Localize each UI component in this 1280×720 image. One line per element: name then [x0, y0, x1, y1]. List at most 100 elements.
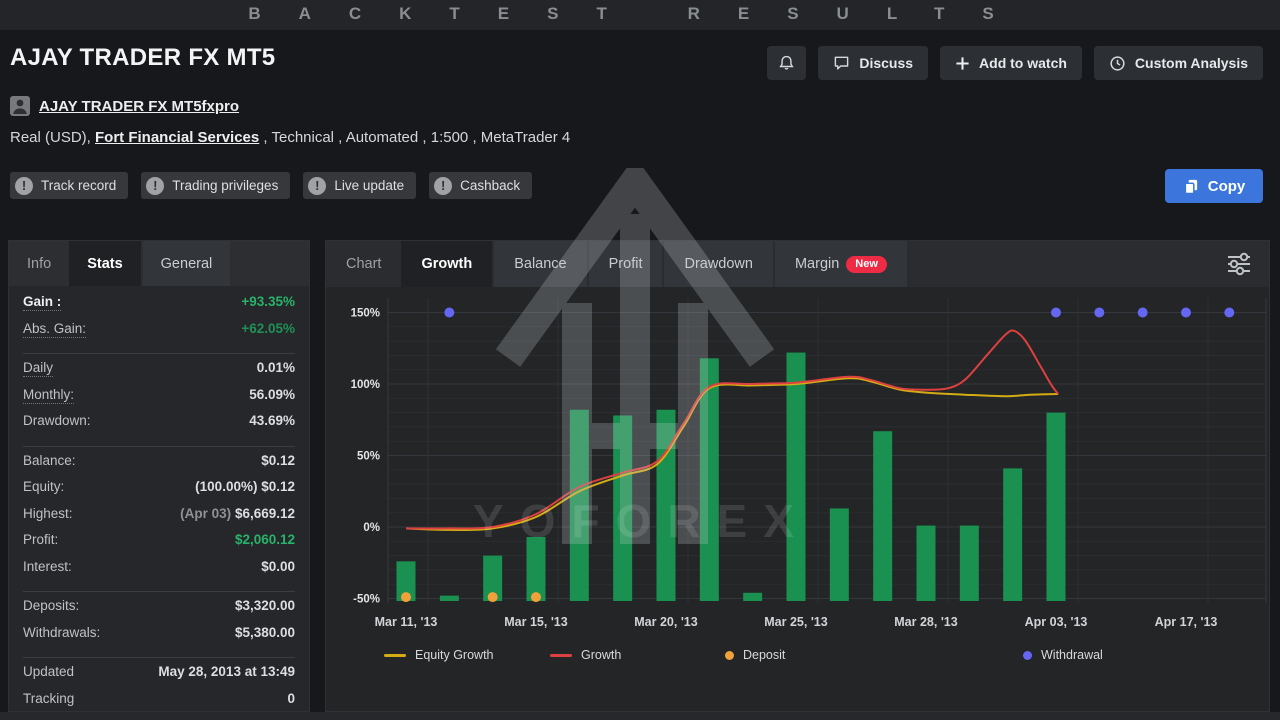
stat-value-text: $3,320.00 [235, 598, 295, 613]
stat-label: Balance: [23, 453, 76, 468]
custom-analysis-button[interactable]: Custom Analysis [1094, 46, 1263, 80]
copy-button[interactable]: Copy [1165, 169, 1263, 203]
stat-label: Drawdown: [23, 413, 91, 428]
stat-label: Monthly: [23, 387, 74, 404]
legend-item-withdrawal[interactable]: Withdrawal [1023, 648, 1103, 662]
dot-withdrawal[interactable] [1138, 308, 1148, 318]
y-tick-label: 100% [351, 379, 380, 391]
growth-bar[interactable] [570, 410, 589, 601]
stat-value: $0.12 [261, 453, 295, 468]
chart-tab-balance[interactable]: Balance [494, 241, 586, 287]
stat-label: Tracking [23, 691, 74, 706]
stat-row-highest: Highest:(Apr 03) $6,669.12 [23, 506, 295, 533]
x-tick-label: Apr 03, '13 [1025, 615, 1088, 629]
line-equity-growth[interactable] [406, 378, 1058, 530]
stat-value: $0.00 [261, 559, 295, 574]
chart-tab-drawdown[interactable]: Drawdown [664, 241, 773, 287]
broker-link[interactable]: Fort Financial Services [95, 129, 259, 146]
legend-item-deposit[interactable]: Deposit [725, 648, 785, 662]
stat-value-text: 56.09% [249, 387, 295, 402]
copy-icon [1183, 178, 1199, 195]
growth-chart[interactable]: 150%100%50%0%-50%Mar 11, '13Mar 15, '13M… [326, 241, 1271, 713]
account-type: Real (USD), [10, 129, 95, 146]
avatar [10, 96, 30, 116]
tab-label: Profit [609, 256, 643, 272]
growth-bar[interactable] [743, 593, 762, 601]
growth-bar[interactable] [1003, 468, 1022, 601]
tab-info[interactable]: Info [9, 241, 69, 286]
stat-value: $2,060.12 [235, 532, 295, 547]
stat-row-balance: Balance: $0.12 [23, 453, 295, 480]
exclamation-icon: ! [15, 177, 33, 195]
discuss-label: Discuss [859, 55, 913, 71]
tab-label: Chart [346, 256, 381, 272]
dot-withdrawal[interactable] [444, 308, 454, 318]
stat-label: Abs. Gain: [23, 321, 86, 338]
dot-deposit[interactable] [401, 592, 411, 602]
growth-bar[interactable] [613, 415, 632, 601]
stat-label: Highest: [23, 506, 73, 521]
legend-label: Growth [581, 648, 621, 662]
copy-label: Copy [1208, 178, 1246, 195]
chart-tab-growth[interactable]: Growth [401, 241, 492, 287]
dot-withdrawal[interactable] [1094, 308, 1104, 318]
growth-bar[interactable] [873, 431, 892, 601]
x-tick-label: Mar 20, '13 [634, 615, 697, 629]
stat-row-equity: Equity:(100.00%) $0.12 [23, 479, 295, 506]
tab-label: General [161, 256, 213, 272]
discuss-button[interactable]: Discuss [818, 46, 928, 80]
stat-value: +62.05% [241, 321, 295, 336]
tab-general[interactable]: General [143, 241, 231, 286]
divider [23, 446, 295, 447]
growth-bar[interactable] [656, 410, 675, 601]
growth-bar[interactable] [786, 353, 805, 601]
page-root: BACKTEST RESULTS AJAY TRADER FX MT5 Disc… [0, 0, 1280, 720]
legend-item-equity-growth[interactable]: Equity Growth [384, 648, 494, 662]
stats-rows: Gain :+93.35%Abs. Gain:+62.05%Daily0.01%… [9, 286, 309, 717]
growth-bar[interactable] [916, 526, 935, 601]
growth-bar[interactable] [440, 596, 459, 601]
stat-row-monthly: Monthly: 56.09% [23, 387, 295, 414]
discuss-icon [833, 55, 850, 71]
chart-tab-margin[interactable]: MarginNew [775, 241, 907, 287]
stat-value: 0 [287, 691, 295, 706]
x-tick-label: Mar 25, '13 [764, 615, 827, 629]
growth-bar[interactable] [830, 508, 849, 601]
growth-bar[interactable] [1046, 413, 1065, 601]
tab-label: Growth [421, 256, 472, 272]
dot-withdrawal[interactable] [1181, 308, 1191, 318]
plus-icon [955, 56, 970, 71]
chart-tab-profit[interactable]: Profit [589, 241, 663, 287]
legend-item-growth[interactable]: Growth [550, 648, 621, 662]
bell-icon [778, 54, 795, 72]
dot-deposit[interactable] [488, 592, 498, 602]
chart-settings-icon[interactable] [1225, 252, 1253, 281]
legend-line-swatch [550, 654, 572, 657]
dot-withdrawal[interactable] [1051, 308, 1061, 318]
growth-bar[interactable] [526, 537, 545, 601]
x-tick-label: Mar 15, '13 [504, 615, 567, 629]
stat-value: $5,380.00 [235, 625, 295, 640]
user-profile-link[interactable]: AJAY TRADER FX MT5fxpro [39, 98, 239, 115]
dot-withdrawal[interactable] [1224, 308, 1234, 318]
header-actions: Discuss Add to watch Custom Analysis [767, 46, 1263, 80]
person-icon [10, 96, 30, 116]
tab-stats[interactable]: Stats [69, 241, 140, 286]
stat-value: 43.69% [249, 413, 295, 428]
stat-value-text: +62.05% [241, 321, 295, 336]
stat-value: May 28, 2013 at 13:49 [158, 664, 295, 679]
chart-panel-tabs: Chart Growth Balance Profit DrawdownMarginNe… [326, 241, 1269, 287]
stat-row-withdrawals: Withdrawals: $5,380.00 [23, 625, 295, 652]
sliders-icon [1225, 252, 1253, 276]
growth-bar[interactable] [960, 526, 979, 601]
add-to-watch-button[interactable]: Add to watch [940, 46, 1082, 80]
notifications-button[interactable] [767, 46, 806, 80]
stat-value-text: 0.01% [257, 360, 295, 375]
stat-label: Withdrawals: [23, 625, 100, 640]
y-tick-label: -50% [353, 594, 380, 606]
dot-deposit[interactable] [531, 592, 541, 602]
user-line: AJAY TRADER FX MT5fxpro [10, 96, 239, 116]
chart-tab-chart[interactable]: Chart [326, 241, 401, 287]
x-tick-label: Mar 11, '13 [375, 615, 438, 629]
badge-track-record: ! Track record [10, 172, 128, 199]
